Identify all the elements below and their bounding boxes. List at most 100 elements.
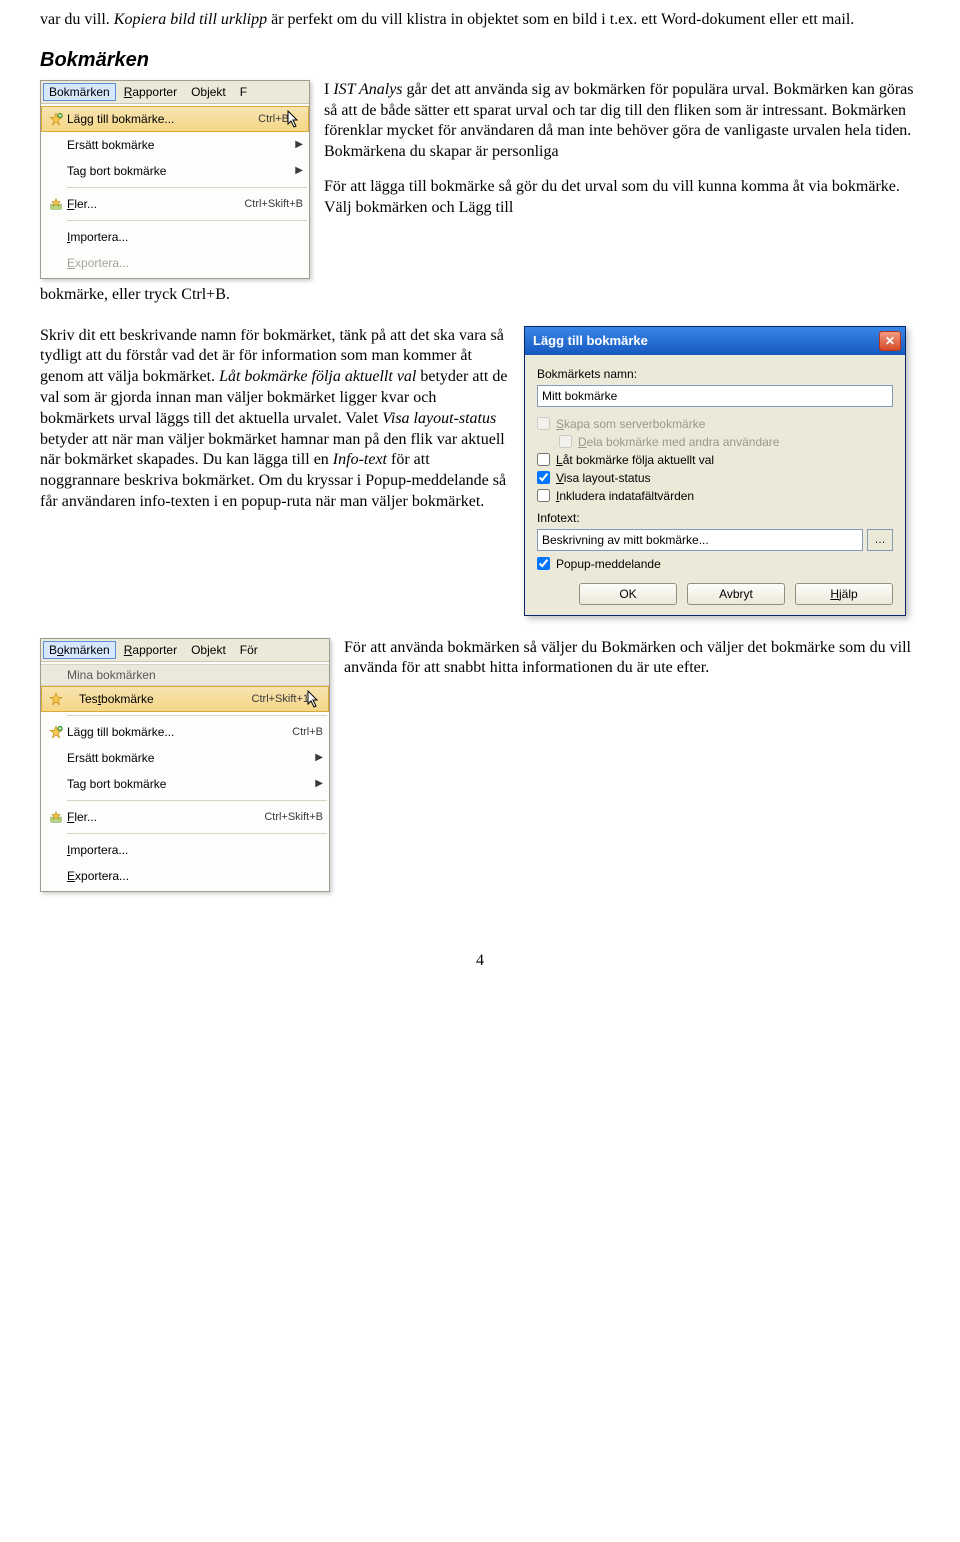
ok-button[interactable]: OK <box>579 583 677 605</box>
menu-separator <box>67 187 307 188</box>
cursor-icon <box>307 690 321 711</box>
menu-item-shortcut: Ctrl+Skift+B <box>234 198 303 210</box>
menu-item-ersatt-bokmarke[interactable]: Ersätt bokmärke ▶ <box>41 132 309 158</box>
input-bookmark-name[interactable] <box>537 385 893 407</box>
menu-item-importera[interactable]: Importera... <box>41 224 309 250</box>
menu-item-importera[interactable]: Importera... <box>41 837 329 863</box>
text-italic: IST Analys <box>333 81 402 98</box>
checkbox-row-include[interactable]: Inkludera indatafältvärden <box>537 489 893 503</box>
menu-separator <box>67 800 327 801</box>
menubar-item-extra[interactable]: För <box>234 641 264 659</box>
menu-item-ersatt-bokmarke[interactable]: Ersätt bokmärke ▶ <box>41 745 329 771</box>
bookmark-tray-icon <box>45 810 67 824</box>
dialog-title: Lägg till bokmärke <box>533 333 648 348</box>
checkbox-layout[interactable] <box>537 471 550 484</box>
close-button[interactable]: ✕ <box>879 331 901 351</box>
intro-text-suffix: är perfekt om du vill klistra in objekte… <box>267 11 854 28</box>
submenu-arrow-icon: ▶ <box>291 139 303 150</box>
menu-dropdown-2: Mina bokmärken Testbokmärke Ctrl+Skift+1 <box>41 662 329 891</box>
menubar-item-objekt[interactable]: Objekt <box>185 641 232 659</box>
menu-item-label: Tag bort bokmärke <box>67 777 311 791</box>
menubar-item-bokmarken[interactable]: Bokmärken <box>43 641 116 659</box>
menu-dropdown-1: Lägg till bokmärke... Ctrl+B Ersätt bokm… <box>41 104 309 278</box>
menu-item-label: Tag bort bokmärke <box>67 164 291 178</box>
submenu-arrow-icon: ▶ <box>311 752 323 763</box>
star-add-icon <box>45 112 67 126</box>
menubar-item-rapporter[interactable]: Rapporter <box>118 641 183 659</box>
checkbox-row-follow[interactable]: Låt bokmärke följa aktuellt val <box>537 453 893 467</box>
ellipsis-icon: … <box>875 534 886 546</box>
button-label: Avbryt <box>719 587 753 601</box>
menu-item-label: Ersätt bokmärke <box>67 138 291 152</box>
menu-item-label: Lägg till bokmärke... <box>67 112 248 126</box>
checkbox-label: Dela bokmärke med andra användare <box>578 435 779 449</box>
dialog-titlebar: Lägg till bokmärke ✕ <box>525 327 905 355</box>
checkbox-label: Visa layout-status <box>556 471 651 485</box>
text-fragment: betyder att när man väljer bokmärket ham… <box>40 431 505 469</box>
menu-item-ta-bort-bokmarke[interactable]: Tag bort bokmärke ▶ <box>41 158 309 184</box>
submenu-arrow-icon: ▶ <box>291 165 303 176</box>
bookmark-tray-icon <box>45 197 67 211</box>
menu-item-label: Testbokmärke <box>67 692 242 706</box>
text-italic: Visa layout-status <box>382 410 496 427</box>
menubar-item-bokmarken[interactable]: Bokmärken <box>43 83 116 101</box>
menu-panel-2: Bokmärken Rapporter Objekt För Mina bokm… <box>40 638 330 892</box>
input-infotext[interactable] <box>537 529 863 551</box>
checkbox-server <box>537 417 550 430</box>
checkbox-follow[interactable] <box>537 453 550 466</box>
star-add-icon <box>45 725 67 739</box>
text-italic: Info-text <box>333 451 387 468</box>
menu-item-exportera[interactable]: Exportera... <box>41 863 329 889</box>
browse-button[interactable]: … <box>867 529 893 551</box>
menubar-item-extra[interactable]: F <box>234 83 253 101</box>
menu-item-testbokmarke[interactable]: Testbokmärke Ctrl+Skift+1 <box>41 686 329 712</box>
star-icon <box>45 692 67 706</box>
menu-item-label: Fler... <box>67 197 234 211</box>
menu-item-label: Exportera... <box>67 869 323 883</box>
text-fragment: I <box>324 81 333 98</box>
menu-item-fler[interactable]: Fler... Ctrl+Skift+B <box>41 804 329 830</box>
checkbox-label: Låt bokmärke följa aktuellt val <box>556 453 714 467</box>
checkbox-popup[interactable] <box>537 557 550 570</box>
menu-bar-2: Bokmärken Rapporter Objekt För <box>41 639 329 662</box>
menu-bar-1: Bokmärken Rapporter Objekt F <box>41 81 309 104</box>
menu-separator <box>67 715 327 716</box>
menu-item-ta-bort-bokmarke[interactable]: Tag bort bokmärke ▶ <box>41 771 329 797</box>
section-heading-bokmarken: Bokmärken <box>40 49 920 72</box>
menubar-label: Bokmärken <box>49 643 110 657</box>
checkbox-row-layout[interactable]: Visa layout-status <box>537 471 893 485</box>
menubar-label: apporter <box>132 85 177 99</box>
button-label: OK <box>619 587 636 601</box>
menu-item-lagg-till-bokmarke[interactable]: Lägg till bokmärke... Ctrl+B <box>41 106 309 132</box>
help-button[interactable]: Hjälp <box>795 583 893 605</box>
button-label: Hjälp <box>830 587 857 601</box>
checkbox-label: Skapa som serverbokmärke <box>556 417 705 431</box>
menu-item-fler[interactable]: Fler... Ctrl+Skift+B <box>41 191 309 217</box>
checkbox-include[interactable] <box>537 489 550 502</box>
menu-item-shortcut: Ctrl+B <box>248 113 289 125</box>
right-of-menu2-paragraph: För att använda bokmärken så väljer du B… <box>344 638 920 680</box>
menu-item-shortcut: Ctrl+B <box>282 726 323 738</box>
checkbox-label: Popup-meddelande <box>556 557 661 571</box>
text-italic: Låt bokmärke följa aktuellt val <box>219 368 416 385</box>
checkbox-row-popup[interactable]: Popup-meddelande <box>537 557 893 571</box>
right-paragraph-1: I IST Analys går det att använda sig av … <box>324 80 920 163</box>
menu-item-lagg-till-bokmarke[interactable]: Lägg till bokmärke... Ctrl+B <box>41 719 329 745</box>
page-number: 4 <box>40 952 920 970</box>
label-bookmark-name: Bokmärkets namn: <box>537 367 893 381</box>
menu-header-mina: Mina bokmärken <box>41 664 329 686</box>
menu-item-label: Importera... <box>67 843 323 857</box>
below-menu1-text: bokmärke, eller tryck Ctrl+B. <box>40 285 310 306</box>
text-fragment: går det att använda sig av bokmärken för… <box>324 81 913 160</box>
menubar-item-objekt[interactable]: Objekt <box>185 83 232 101</box>
intro-paragraph: var du vill. Kopiera bild till urklipp ä… <box>40 10 920 31</box>
menu-item-exportera: Exportera... <box>41 250 309 276</box>
close-icon: ✕ <box>885 334 895 348</box>
cancel-button[interactable]: Avbryt <box>687 583 785 605</box>
menu-item-shortcut: Ctrl+Skift+1 <box>242 693 309 705</box>
menu-separator <box>67 833 327 834</box>
cursor-icon <box>287 110 301 131</box>
submenu-arrow-icon: ▶ <box>311 778 323 789</box>
menubar-item-rapporter[interactable]: Rapporter <box>118 83 183 101</box>
menu-item-shortcut: Ctrl+Skift+B <box>254 811 323 823</box>
